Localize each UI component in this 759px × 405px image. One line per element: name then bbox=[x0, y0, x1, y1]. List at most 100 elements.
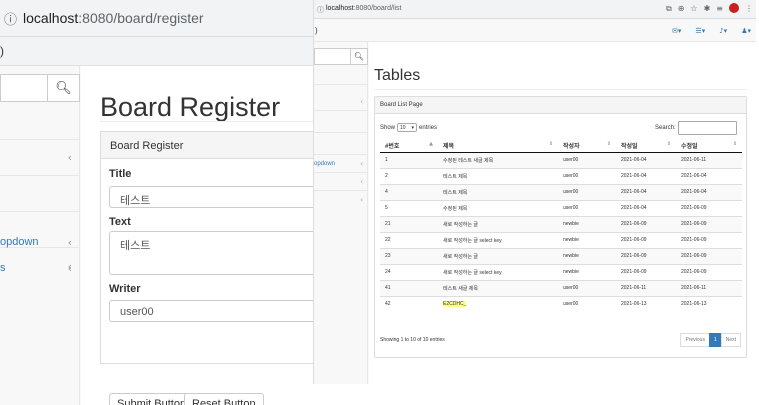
panel-heading: Board Register bbox=[101, 132, 313, 159]
chevron-left-icon: ‹ bbox=[360, 97, 363, 106]
main-content: Board Register Board Register Title 테스트 … bbox=[81, 66, 313, 405]
search-label: Search: bbox=[655, 125, 676, 131]
cell-bno: 22 bbox=[380, 231, 438, 248]
cell-bno: 41 bbox=[380, 279, 438, 296]
column-header[interactable]: 제목 ⇕ bbox=[438, 139, 558, 153]
bookmark-fragment[interactable]: ) bbox=[0, 44, 4, 58]
address-bar[interactable]: ⓘ localhost:8080/board/list ⧉ ⊕ ☆ ✱ ≡ ⋮ bbox=[314, 0, 756, 19]
column-header[interactable]: 수정일 ⇕ bbox=[676, 139, 742, 153]
sidebar-search-input[interactable] bbox=[314, 48, 350, 65]
sidebar-item[interactable]: ‹ bbox=[314, 93, 368, 111]
search-icon[interactable]: 🔍︎ bbox=[350, 48, 368, 65]
sidebar-item[interactable] bbox=[0, 176, 80, 212]
sidebar-item[interactable]: ‹ bbox=[314, 191, 368, 209]
cell-writer: newbie bbox=[558, 231, 616, 248]
page-title: Board Register bbox=[100, 92, 281, 122]
cell-title[interactable]: 새로 작성하는 글 bbox=[438, 215, 558, 232]
entries-select-value: 10 bbox=[400, 124, 406, 131]
playlist-icon[interactable]: ≡ bbox=[716, 4, 723, 14]
url-host: localhost bbox=[326, 5, 354, 12]
cell-bno: 21 bbox=[380, 215, 438, 232]
sidebar-search: 🔍︎ bbox=[314, 48, 368, 65]
cell-writer: newbie bbox=[558, 263, 616, 280]
sidebar-item[interactable] bbox=[314, 67, 368, 85]
sidebar-item[interactable]: s ‹ bbox=[0, 250, 80, 286]
table-row: 2 테스트 제목 user00 2021-06-04 2021-06-04 bbox=[380, 167, 742, 184]
sidebar-item[interactable] bbox=[0, 104, 80, 140]
search-icon[interactable]: 🔍︎ bbox=[47, 74, 80, 102]
address-bar[interactable]: ⓘ localhost:8080/board/register bbox=[0, 0, 313, 37]
sidebar-search-input[interactable] bbox=[0, 74, 47, 102]
cell-title[interactable]: 새로 작성하는 글 select key bbox=[438, 263, 558, 280]
zoom-icon[interactable]: ⊕ bbox=[678, 4, 685, 14]
url-host: localhost bbox=[23, 10, 79, 26]
column-header-label: 작성자 bbox=[563, 143, 580, 150]
user-icon[interactable]: ♟▾ bbox=[741, 27, 751, 35]
cell-updatedate: 2021-06-11 bbox=[676, 279, 742, 296]
cell-title[interactable]: 새로 작성하는 글 bbox=[438, 247, 558, 264]
url-text[interactable]: localhost:8080/board/list bbox=[326, 5, 402, 18]
text-area[interactable]: 테스트 bbox=[109, 231, 313, 275]
column-header[interactable]: #번호 ▲ bbox=[380, 139, 438, 153]
envelope-icon[interactable]: ✉▾ bbox=[672, 27, 681, 35]
chevron-left-icon: ‹ bbox=[360, 159, 363, 168]
cell-writer: newbie bbox=[558, 247, 616, 264]
translate-icon[interactable]: ⧉ bbox=[666, 4, 672, 14]
profile-avatar[interactable] bbox=[729, 3, 739, 13]
table-row: 24 새로 작성하는 글 select key newbie 2021-06-09 20… bbox=[380, 263, 742, 280]
cell-title[interactable]: 새로 작성하는 글 select key bbox=[438, 231, 558, 248]
submit-button[interactable]: Submit Button bbox=[109, 393, 195, 405]
bell-icon[interactable]: ♪▾ bbox=[719, 27, 727, 35]
sidebar-item-label: opdown bbox=[0, 236, 39, 248]
cell-updatedate: 2021-06-09 bbox=[676, 263, 742, 280]
cell-title[interactable]: E2CDHC_ bbox=[438, 295, 558, 312]
title-field[interactable]: 테스트 bbox=[109, 186, 313, 208]
tasks-icon[interactable]: ☰▾ bbox=[695, 27, 705, 35]
text-label: Text bbox=[109, 216, 131, 228]
chevron-left-icon: ‹ bbox=[67, 261, 72, 275]
url-path: :8080/board/list bbox=[353, 5, 402, 12]
list-panel: Board List Page Show 10 ▾ entries Search:… bbox=[374, 96, 747, 358]
table-search-input[interactable] bbox=[677, 121, 737, 135]
cell-title[interactable]: 수정된 테스트 새글 제목 bbox=[438, 151, 558, 168]
cell-writer: user00 bbox=[558, 183, 616, 200]
info-icon[interactable]: ⓘ bbox=[317, 5, 324, 18]
cell-title[interactable]: 테스트 제목 bbox=[438, 183, 558, 200]
sidebar-item[interactable] bbox=[314, 115, 368, 133]
cell-bno: 24 bbox=[380, 263, 438, 280]
cell-regdate: 2021-06-09 bbox=[616, 231, 676, 248]
column-header[interactable]: 작성일 ⇕ bbox=[616, 139, 676, 153]
menu-icon[interactable]: ⋮ bbox=[745, 4, 753, 14]
previous-button[interactable]: Previous bbox=[680, 333, 710, 347]
cell-updatedate: 2021-06-04 bbox=[676, 183, 742, 200]
cell-title[interactable]: 수정된 제목 bbox=[438, 199, 558, 216]
cell-regdate: 2021-06-13 bbox=[616, 295, 676, 312]
cell-regdate: 2021-06-09 bbox=[616, 263, 676, 280]
url-text[interactable]: localhost:8080/board/register bbox=[23, 10, 204, 26]
info-icon[interactable]: ⓘ bbox=[4, 9, 17, 28]
reset-button[interactable]: Reset Button bbox=[184, 393, 264, 405]
entries-select[interactable]: 10 ▾ bbox=[397, 123, 418, 132]
sidebar-item-label: opdown bbox=[314, 160, 336, 167]
extensions-icon[interactable]: ✱ bbox=[704, 4, 711, 14]
chevron-left-icon: ‹ bbox=[67, 235, 72, 249]
sidebar-item[interactable]: ‹ bbox=[314, 173, 368, 191]
table-row: 1 수정된 테스트 새글 제목 user00 2021-06-04 2021-06-11 bbox=[380, 151, 742, 168]
cell-regdate: 2021-06-09 bbox=[616, 247, 676, 264]
cell-bno: 1 bbox=[380, 151, 438, 168]
star-icon[interactable]: ☆ bbox=[690, 4, 697, 14]
bookmark-fragment[interactable]: ) bbox=[315, 26, 318, 35]
sidebar: 🔍︎ ‹ ‹ opdown ‹ s ‹ bbox=[0, 66, 80, 405]
sort-icon: ⇕ bbox=[732, 140, 737, 147]
cell-title[interactable]: 테스트 제목 bbox=[438, 167, 558, 184]
next-button[interactable]: Next bbox=[720, 333, 741, 347]
sidebar-item[interactable] bbox=[314, 137, 368, 155]
sidebar-item[interactable]: ‹ bbox=[0, 140, 80, 176]
cell-title[interactable]: 테스트 새글 제목 bbox=[438, 279, 558, 296]
register-panel: Board Register Title 테스트 Text 테스트 Writer… bbox=[100, 131, 313, 405]
writer-field[interactable]: user00 bbox=[109, 300, 313, 322]
column-header-label: #번호 bbox=[385, 143, 400, 150]
title-divider bbox=[100, 121, 313, 122]
column-header[interactable]: 작성자 ⇕ bbox=[558, 139, 616, 153]
sidebar-item[interactable]: opdown ‹ bbox=[314, 155, 368, 173]
